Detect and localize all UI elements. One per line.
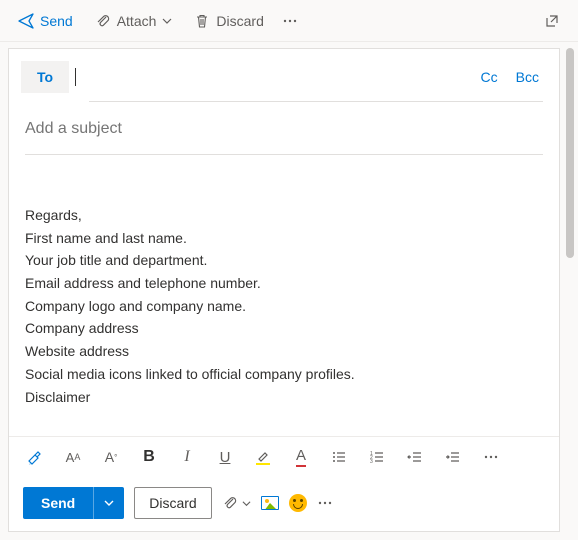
picture-icon bbox=[261, 496, 279, 510]
outdent-button[interactable] bbox=[403, 445, 427, 469]
top-toolbar: Send Attach Discard bbox=[0, 0, 578, 42]
body-line: Disclaimer bbox=[25, 387, 543, 409]
bcc-button[interactable]: Bcc bbox=[512, 69, 543, 85]
highlight-button[interactable] bbox=[251, 445, 275, 469]
font-size-icon: A° bbox=[105, 449, 118, 465]
body-line: Company address bbox=[25, 318, 543, 340]
attach-button[interactable]: Attach bbox=[85, 7, 183, 35]
email-body[interactable]: Regards,First name and last name.Your jo… bbox=[9, 155, 559, 436]
body-line: Website address bbox=[25, 341, 543, 363]
discard-button-top[interactable]: Discard bbox=[184, 7, 273, 35]
trash-icon bbox=[194, 13, 210, 29]
font-color-button[interactable]: A bbox=[289, 445, 313, 469]
popout-button[interactable] bbox=[534, 7, 570, 35]
cc-button[interactable]: Cc bbox=[477, 69, 502, 85]
bottom-bar: Send Discard bbox=[9, 477, 559, 531]
format-toolbar: AA A° B I U A 123 bbox=[9, 436, 559, 477]
indent-icon bbox=[445, 449, 461, 465]
scrollbar[interactable] bbox=[566, 48, 574, 258]
chevron-down-icon bbox=[104, 498, 114, 508]
chevron-down-icon bbox=[242, 499, 251, 508]
paperclip-icon bbox=[222, 495, 238, 511]
highlight-icon bbox=[256, 450, 270, 465]
emoji-icon bbox=[289, 494, 307, 512]
popout-icon bbox=[544, 13, 560, 29]
compose-pane: To Cc Bcc Regards,First name and last na… bbox=[8, 48, 560, 532]
italic-button[interactable]: I bbox=[175, 445, 199, 469]
text-cursor bbox=[75, 68, 76, 86]
underline-button[interactable]: U bbox=[213, 445, 237, 469]
format-more-button[interactable] bbox=[479, 445, 503, 469]
to-row: To Cc Bcc bbox=[9, 49, 559, 101]
discard-label: Discard bbox=[216, 13, 263, 29]
font-size-button[interactable]: A° bbox=[99, 445, 123, 469]
more-actions-button[interactable] bbox=[317, 495, 333, 511]
numbering-button[interactable]: 123 bbox=[365, 445, 389, 469]
ellipsis-icon bbox=[282, 13, 298, 29]
more-menu-top[interactable] bbox=[276, 7, 304, 35]
bullets-icon bbox=[331, 449, 347, 465]
format-painter-button[interactable] bbox=[23, 445, 47, 469]
font-color-icon: A bbox=[296, 447, 306, 467]
body-line: Regards, bbox=[25, 205, 543, 227]
to-label: To bbox=[37, 69, 53, 85]
send-split-button: Send bbox=[23, 487, 124, 519]
outdent-icon bbox=[407, 449, 423, 465]
svg-text:3: 3 bbox=[370, 459, 373, 465]
font-icon: AA bbox=[66, 450, 81, 465]
indent-button[interactable] bbox=[441, 445, 465, 469]
insert-emoji-button[interactable] bbox=[289, 494, 307, 512]
ellipsis-icon bbox=[483, 449, 499, 465]
to-button[interactable]: To bbox=[21, 61, 69, 93]
attach-label: Attach bbox=[117, 13, 157, 29]
send-icon bbox=[18, 13, 34, 29]
send-button[interactable]: Send bbox=[23, 487, 93, 519]
body-line: Company logo and company name. bbox=[25, 296, 543, 318]
subject-row bbox=[9, 102, 559, 148]
body-line: Social media icons linked to official co… bbox=[25, 364, 543, 386]
chevron-down-icon bbox=[162, 16, 172, 26]
bullets-button[interactable] bbox=[327, 445, 351, 469]
font-button[interactable]: AA bbox=[61, 445, 85, 469]
attach-inline-button[interactable] bbox=[222, 495, 251, 511]
to-input[interactable] bbox=[86, 63, 466, 91]
body-line: First name and last name. bbox=[25, 228, 543, 250]
body-line: Email address and telephone number. bbox=[25, 273, 543, 295]
bold-button[interactable]: B bbox=[137, 445, 161, 469]
ellipsis-icon bbox=[317, 495, 333, 511]
discard-button[interactable]: Discard bbox=[134, 487, 211, 519]
send-options-button[interactable] bbox=[93, 487, 124, 519]
numbering-icon: 123 bbox=[369, 449, 385, 465]
body-line: Your job title and department. bbox=[25, 250, 543, 272]
send-label: Send bbox=[40, 13, 73, 29]
send-button-top[interactable]: Send bbox=[8, 7, 83, 35]
paperclip-icon bbox=[95, 13, 111, 29]
insert-picture-button[interactable] bbox=[261, 496, 279, 510]
subject-input[interactable] bbox=[25, 120, 543, 138]
format-painter-icon bbox=[26, 448, 44, 466]
